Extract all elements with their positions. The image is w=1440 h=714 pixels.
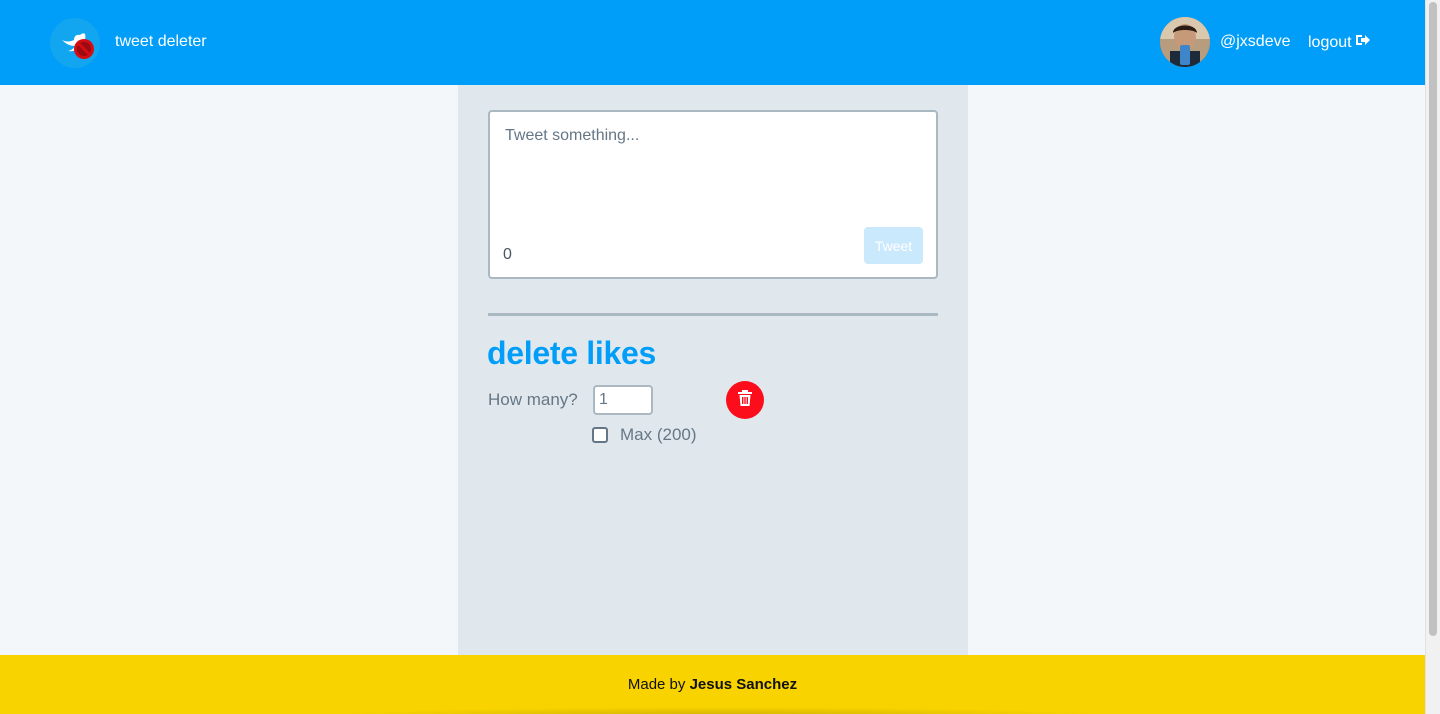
- logout-button[interactable]: logout: [1308, 33, 1371, 52]
- main-column: 0 Tweet delete likes How many? Max (200): [458, 85, 968, 655]
- character-count: 0: [503, 246, 512, 263]
- footer-prefix: Made by: [627, 676, 690, 693]
- tweet-composer: 0 Tweet: [488, 110, 938, 279]
- footer-author: Jesus Sanchez: [689, 676, 798, 693]
- footer-shadow: [320, 707, 1120, 714]
- how-many-input[interactable]: [593, 385, 653, 415]
- top-navbar: tweet deleter @jxsdeve logout: [0, 0, 1425, 85]
- footer: Made by Jesus Sanchez: [0, 655, 1425, 714]
- scrollbar-thumb[interactable]: [1429, 2, 1437, 636]
- footer-credit: Made by Jesus Sanchez: [0, 676, 1425, 693]
- section-divider: [488, 313, 938, 316]
- app-logo-icon[interactable]: [50, 18, 100, 68]
- trash-icon: [738, 389, 752, 411]
- tweet-button[interactable]: Tweet: [864, 227, 923, 264]
- delete-likes-title: delete likes: [487, 335, 656, 371]
- sign-out-icon: [1355, 33, 1371, 52]
- user-avatar[interactable]: [1160, 17, 1210, 67]
- max-checkbox[interactable]: [592, 427, 608, 443]
- app-title[interactable]: tweet deleter: [115, 33, 207, 51]
- tweet-textarea[interactable]: [490, 112, 936, 222]
- max-option[interactable]: Max (200): [592, 425, 697, 445]
- delete-likes-button[interactable]: [726, 381, 764, 419]
- logout-label: logout: [1308, 33, 1352, 51]
- page-scrollbar[interactable]: [1425, 0, 1440, 714]
- how-many-label: How many?: [488, 390, 578, 409]
- username-link[interactable]: @jxsdeve: [1220, 33, 1291, 51]
- max-label: Max (200): [620, 425, 697, 444]
